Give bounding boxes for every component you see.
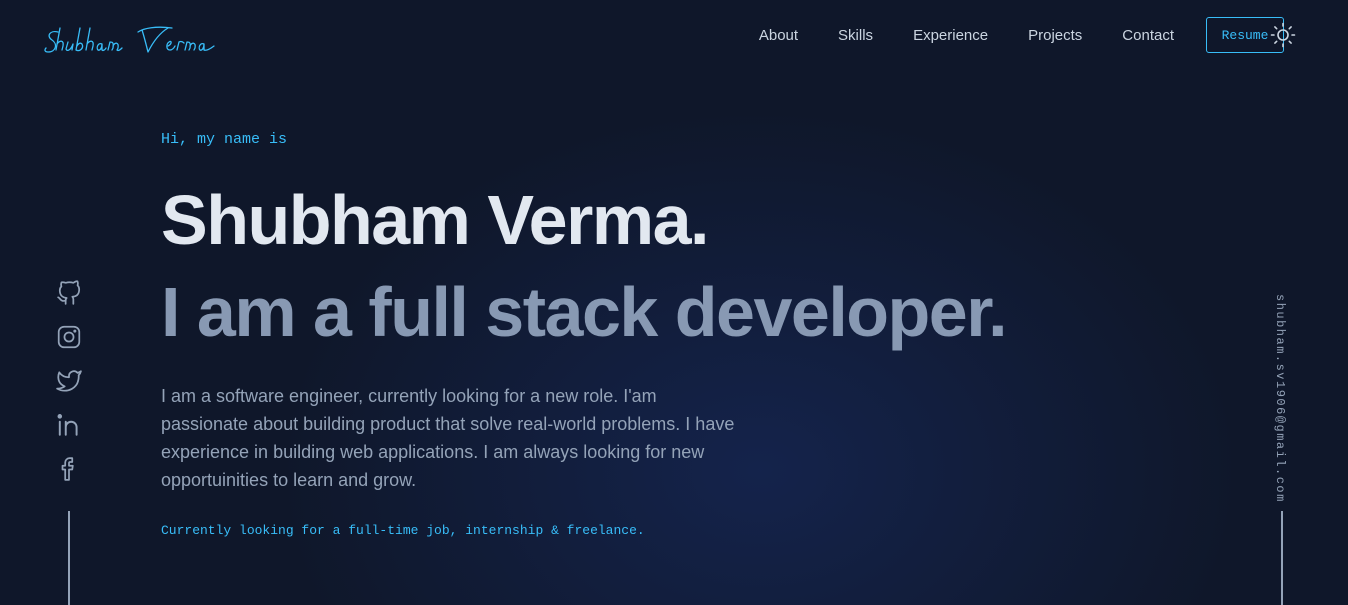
bio-line: experience in building web applications.… — [161, 442, 705, 462]
bio-line: opportuinities to learn and grow. — [161, 470, 417, 490]
linkedin-icon[interactable] — [56, 412, 82, 438]
email-link[interactable]: shubham.sv1906@gmail.com — [1273, 294, 1287, 503]
facebook-icon[interactable] — [56, 456, 82, 482]
hero-name: Shubham Verma. — [161, 181, 709, 259]
greeting: Hi, my name is — [161, 131, 288, 148]
main-nav: About Skills Experience Projects Contact… — [759, 16, 1284, 54]
hero-tagline: I am a full stack developer. — [161, 273, 1008, 351]
twitter-icon[interactable] — [56, 368, 82, 394]
hero-bio: I am a software engineer, currently look… — [161, 382, 761, 494]
bio-line: I am a software engineer, currently look… — [161, 386, 657, 406]
instagram-icon[interactable] — [56, 324, 82, 350]
social-links — [56, 280, 82, 500]
email-divider-line — [1281, 511, 1283, 605]
nav-link-about[interactable]: About — [759, 27, 798, 44]
github-icon[interactable] — [56, 280, 82, 306]
bio-line: passionate about building product that s… — [161, 414, 735, 434]
logo[interactable] — [44, 22, 228, 62]
nav-link-projects[interactable]: Projects — [1028, 27, 1082, 44]
nav-link-contact[interactable]: Contact — [1122, 27, 1174, 44]
nav-link-skills[interactable]: Skills — [838, 27, 873, 44]
nav-link-experience[interactable]: Experience — [913, 27, 988, 44]
availability-status: Currently looking for a full-time job, i… — [161, 523, 645, 538]
sun-icon[interactable] — [1270, 22, 1296, 48]
social-divider-line — [68, 511, 70, 605]
